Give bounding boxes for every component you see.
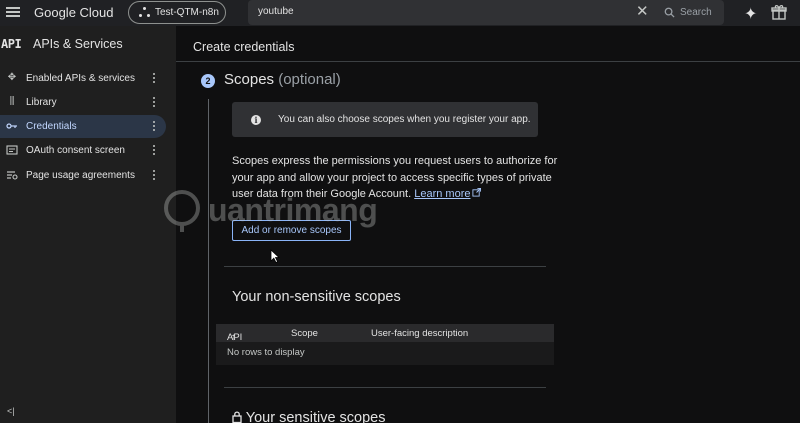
add-or-remove-scopes-button[interactable]: Add or remove scopes <box>232 220 351 241</box>
sidebar-item-label: Enabled APIs & services <box>26 73 135 84</box>
table-empty-message: No rows to display <box>227 347 305 358</box>
close-icon[interactable]: ✕ <box>636 3 649 21</box>
sidebar-item-label: OAuth consent screen <box>26 145 125 156</box>
mouse-cursor-icon <box>270 249 280 263</box>
table-header: API ↑ Scope User-facing description <box>216 324 554 343</box>
diamond-nodes-icon: ✥ <box>7 72 17 83</box>
search-button[interactable]: Search <box>664 4 712 21</box>
step-optional-label: (optional) <box>278 71 341 88</box>
learn-more-label: Learn more <box>414 188 471 200</box>
step-title[interactable]: Scopes (optional) <box>224 71 341 88</box>
collapse-sidebar-icon[interactable]: <| <box>7 406 15 416</box>
step-connector-line <box>208 99 209 423</box>
api-logo: API <box>1 37 22 51</box>
info-banner: i You can also choose scopes when you re… <box>232 102 538 137</box>
project-picker-button[interactable]: Test-QTM-n8n <box>128 1 226 24</box>
consent-icon <box>6 144 18 156</box>
search-bar[interactable]: youtube ✕ Search <box>248 0 724 25</box>
page-title: Create credentials <box>193 40 295 54</box>
non-sensitive-scopes-table: API ↑ Scope User-facing description No r… <box>216 324 554 365</box>
lock-icon <box>232 411 242 423</box>
sidebar-item-label: Library <box>26 97 57 108</box>
sensitive-scopes-title-text: Your sensitive scopes <box>245 410 386 423</box>
more-vert-icon[interactable] <box>151 119 157 133</box>
sidebar-item-label: Credentials <box>26 121 77 132</box>
google-cloud-logo[interactable]: Google Cloud <box>34 5 114 20</box>
main-content: Create credentials 2 Scopes (optional) i… <box>176 26 800 423</box>
sparkle-icon[interactable]: ✦ <box>744 4 757 24</box>
section-divider <box>224 266 546 267</box>
scopes-description-text: Scopes express the permissions you reque… <box>232 155 558 200</box>
search-icon <box>664 7 675 18</box>
sidebar-item-page-usage[interactable]: Page usage agreements <box>0 164 166 187</box>
sort-ascending-icon: ↑ <box>231 332 236 343</box>
search-input[interactable]: youtube <box>258 6 294 17</box>
step-title-text: Scopes <box>224 71 275 88</box>
library-icon: ⫼ <box>9 96 15 107</box>
more-vert-icon[interactable] <box>151 168 157 182</box>
info-icon: i <box>251 115 261 125</box>
sidebar-header: API APIs & Services <box>0 36 176 54</box>
external-link-icon <box>472 188 482 197</box>
learn-more-link[interactable]: Learn more <box>414 188 482 200</box>
sidebar-item-library[interactable]: ⫼ Library <box>0 91 166 114</box>
scopes-description: Scopes express the permissions you reque… <box>232 153 562 203</box>
step-number-badge: 2 <box>201 74 215 88</box>
search-button-label: Search <box>680 7 712 18</box>
project-icon <box>139 7 151 19</box>
sidebar-title[interactable]: APIs & Services <box>33 37 123 51</box>
more-vert-icon[interactable] <box>151 71 157 85</box>
column-header-scope[interactable]: Scope <box>291 328 318 339</box>
top-bar: Google Cloud Test-QTM-n8n youtube ✕ Sear… <box>0 0 800 26</box>
agreement-icon <box>6 169 18 181</box>
non-sensitive-scopes-title: Your non-sensitive scopes <box>232 289 401 305</box>
sidebar-item-label: Page usage agreements <box>26 170 135 181</box>
sidebar-item-enabled-apis[interactable]: ✥ Enabled APIs & services <box>0 67 166 90</box>
column-header-description[interactable]: User-facing description <box>371 328 468 339</box>
info-text: You can also choose scopes when you regi… <box>278 114 531 125</box>
sensitive-scopes-title: Your sensitive scopes <box>232 410 386 423</box>
sidebar: API APIs & Services ✥ Enabled APIs & ser… <box>0 26 176 423</box>
more-vert-icon[interactable] <box>151 95 157 109</box>
gift-icon[interactable] <box>771 4 787 20</box>
more-vert-icon[interactable] <box>151 143 157 157</box>
section-divider <box>224 387 546 388</box>
page-header: Create credentials <box>176 26 800 62</box>
main-menu-icon[interactable] <box>6 5 20 19</box>
key-icon <box>6 120 18 132</box>
project-name: Test-QTM-n8n <box>155 7 219 18</box>
sidebar-item-credentials[interactable]: Credentials <box>0 115 166 138</box>
sidebar-item-oauth-consent[interactable]: OAuth consent screen <box>0 139 166 162</box>
